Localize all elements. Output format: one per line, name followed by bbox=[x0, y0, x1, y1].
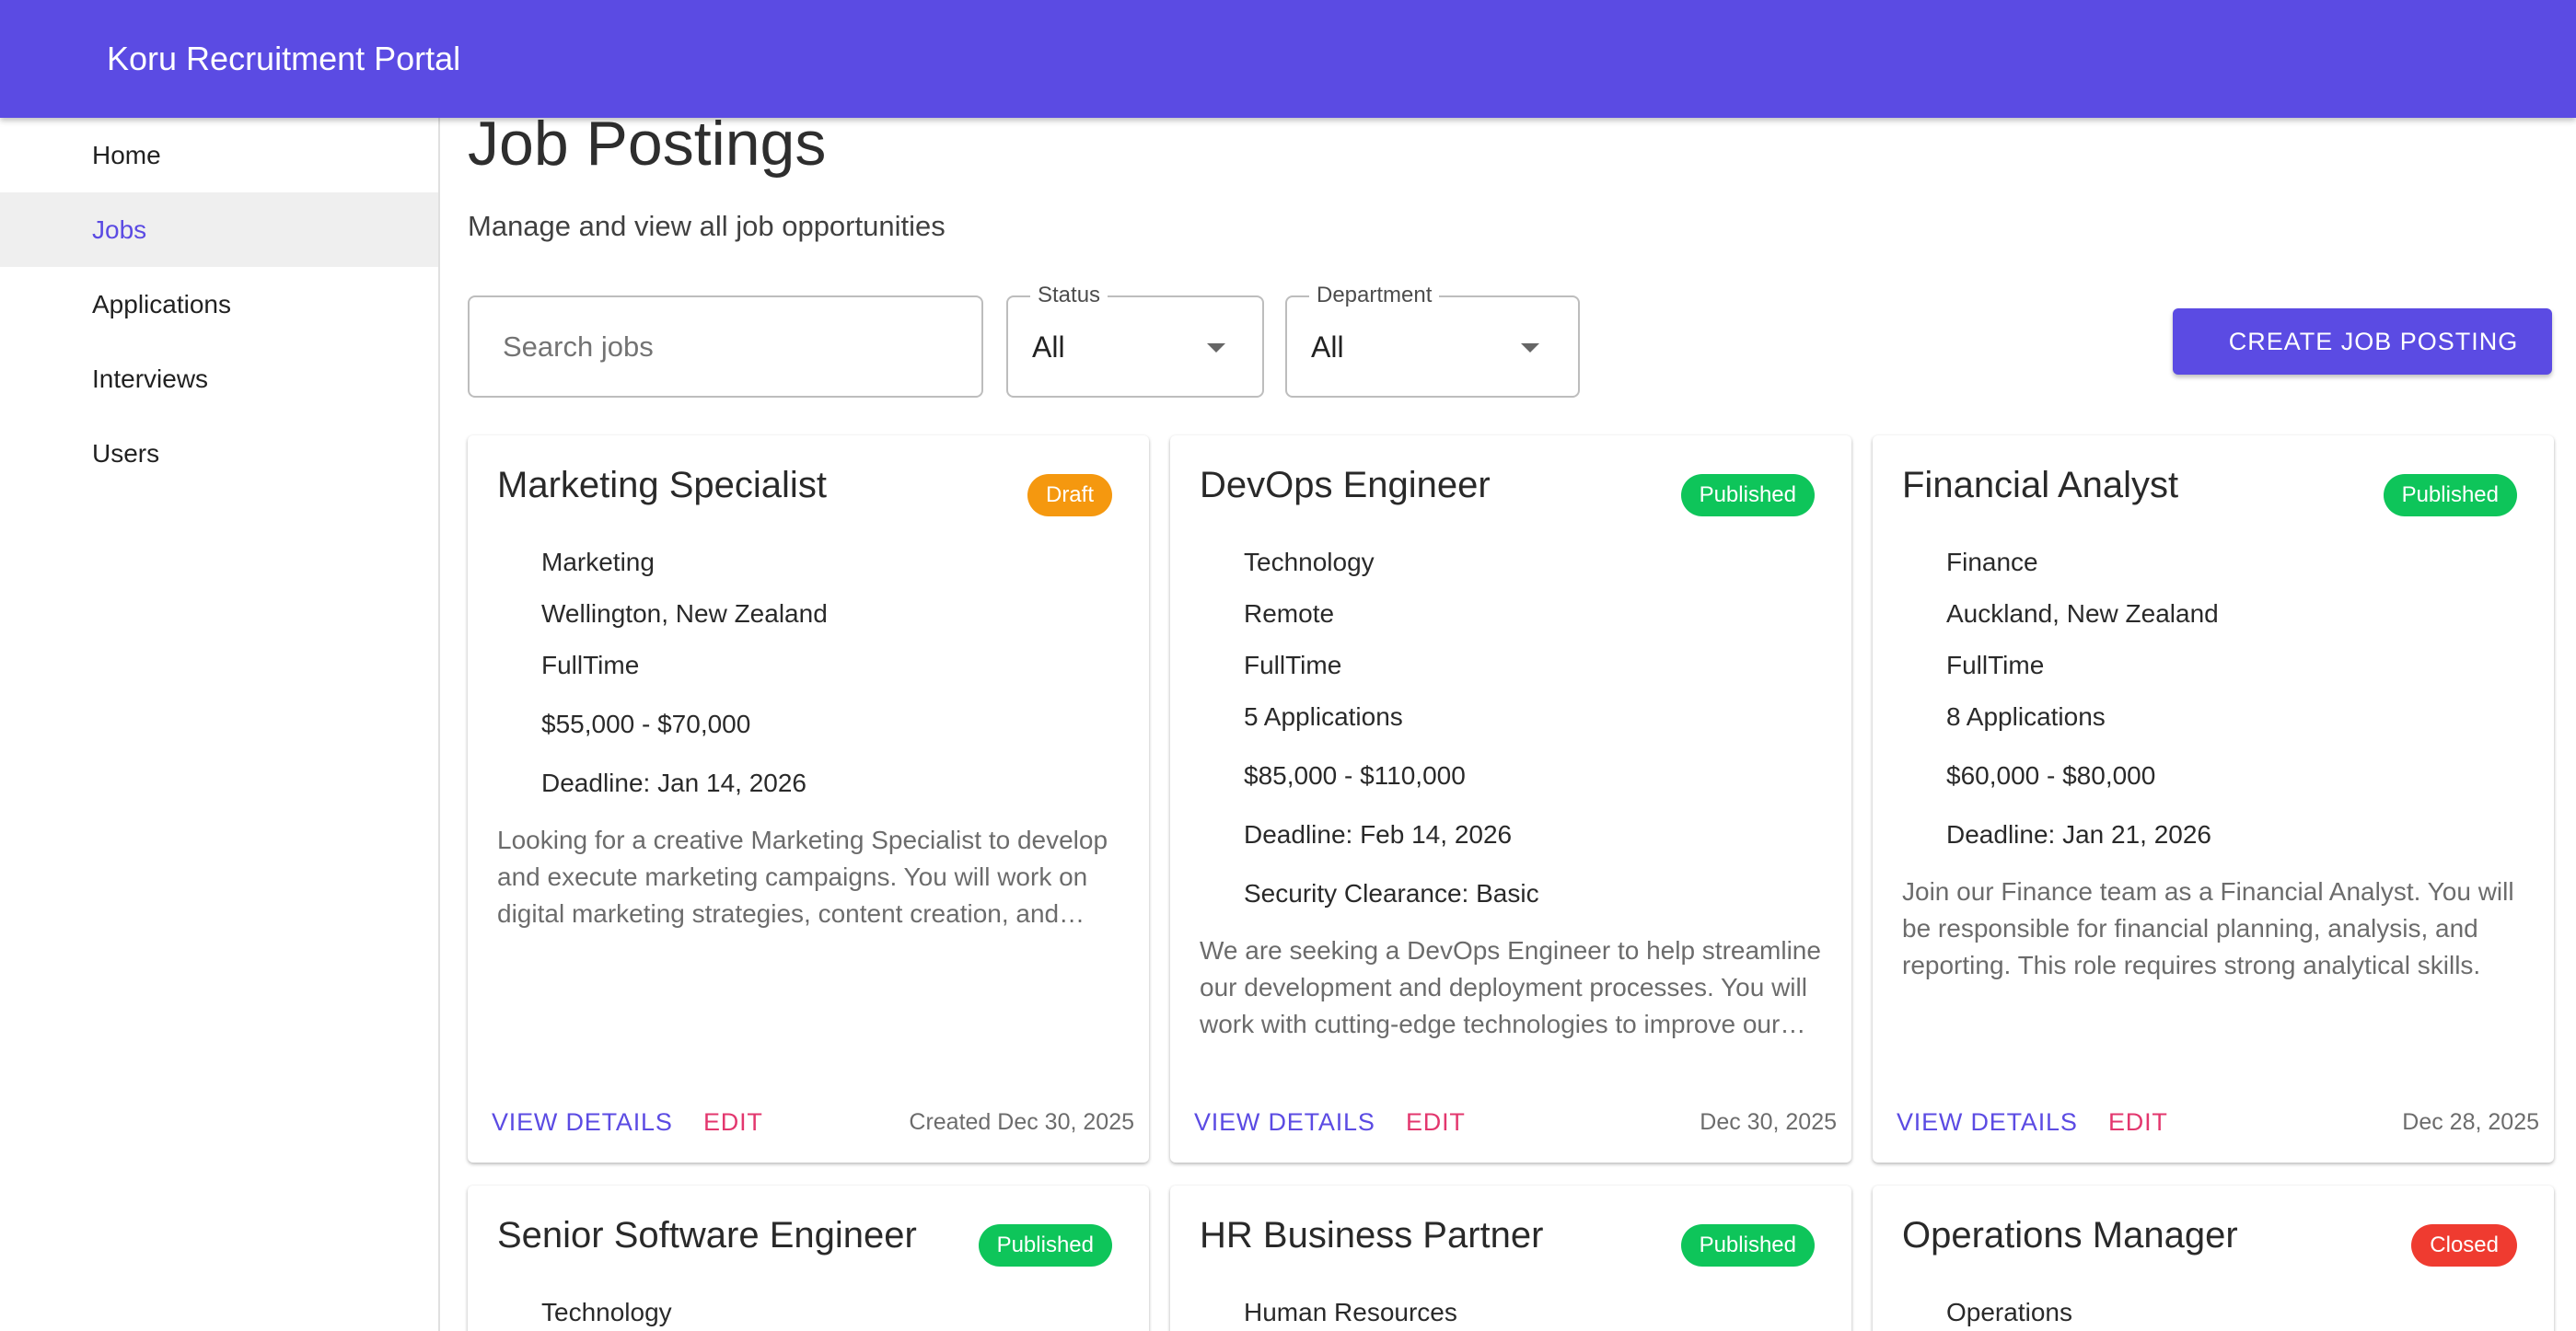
edit-button[interactable]: EDIT bbox=[1406, 1102, 1466, 1142]
search-field bbox=[468, 295, 983, 398]
sidebar-item-jobs[interactable]: Jobs bbox=[0, 192, 438, 267]
job-card: Marketing Specialist Draft Marketing Wel… bbox=[468, 435, 1149, 1163]
job-type: FullTime bbox=[1946, 651, 2045, 679]
chevron-down-icon bbox=[1521, 343, 1539, 353]
main-content: Job Postings Manage and view all job opp… bbox=[440, 118, 2576, 1331]
job-location: Auckland, New Zealand bbox=[1946, 599, 2219, 628]
status-select[interactable]: Status All bbox=[1006, 282, 1264, 398]
job-title: HR Business Partner bbox=[1200, 1215, 1544, 1256]
job-department: Technology bbox=[541, 1298, 672, 1326]
job-department: Finance bbox=[1946, 548, 2038, 576]
job-card: DevOps Engineer Published Technology Rem… bbox=[1170, 435, 1851, 1163]
department-select[interactable]: Department All bbox=[1285, 282, 1580, 398]
job-location: Remote bbox=[1244, 599, 1335, 628]
job-salary: $55,000 - $70,000 bbox=[541, 710, 751, 738]
view-details-button[interactable]: VIEW DETAILS bbox=[1897, 1102, 2078, 1142]
job-description: We are seeking a DevOps Engineer to help… bbox=[1200, 936, 1821, 1038]
job-title: Financial Analyst bbox=[1902, 465, 2179, 505]
job-deadline: Deadline: Feb 14, 2026 bbox=[1244, 820, 1513, 849]
card-actions: VIEW DETAILS EDIT Dec 28, 2025 bbox=[1873, 1102, 2554, 1142]
page-title: Job Postings bbox=[468, 118, 827, 179]
job-card: Financial Analyst Published Finance Auck… bbox=[1873, 435, 2554, 1163]
status-select-value: All bbox=[1032, 330, 1065, 364]
job-card: HR Business Partner Published Human Reso… bbox=[1170, 1186, 1851, 1331]
job-date: Dec 28, 2025 bbox=[2402, 1109, 2539, 1135]
search-input[interactable] bbox=[470, 297, 981, 396]
job-title: DevOps Engineer bbox=[1200, 465, 1491, 505]
status-badge: Published bbox=[2383, 474, 2517, 516]
edit-button[interactable]: EDIT bbox=[703, 1102, 763, 1142]
card-actions: VIEW DETAILS EDIT Dec 30, 2025 bbox=[1170, 1102, 1851, 1142]
job-title: Operations Manager bbox=[1902, 1215, 2238, 1256]
sidebar-item-interviews[interactable]: Interviews bbox=[0, 341, 438, 416]
edit-button[interactable]: EDIT bbox=[2108, 1102, 2168, 1142]
job-type: FullTime bbox=[1244, 651, 1342, 679]
page-subtitle: Manage and view all job opportunities bbox=[468, 210, 946, 242]
job-description: Looking for a creative Marketing Special… bbox=[497, 826, 1108, 928]
sidebar-item-home[interactable]: Home bbox=[0, 118, 438, 192]
view-details-button[interactable]: VIEW DETAILS bbox=[1194, 1102, 1375, 1142]
job-department: Technology bbox=[1244, 548, 1375, 576]
status-badge: Published bbox=[1680, 474, 1815, 516]
job-date: Created Dec 30, 2025 bbox=[909, 1109, 1134, 1135]
sidebar: Home Jobs Applications Interviews Users bbox=[0, 118, 440, 1331]
status-badge: Published bbox=[978, 1224, 1112, 1267]
job-title: Senior Software Engineer bbox=[497, 1215, 917, 1256]
department-select-value: All bbox=[1311, 330, 1344, 364]
job-date: Dec 30, 2025 bbox=[1700, 1109, 1837, 1135]
job-location: Wellington, New Zealand bbox=[541, 599, 828, 628]
job-deadline: Deadline: Jan 21, 2026 bbox=[1946, 820, 2211, 849]
job-description: Join our Finance team as a Financial Ana… bbox=[1902, 877, 2514, 979]
app-title: Koru Recruitment Portal bbox=[107, 40, 461, 77]
card-actions: VIEW DETAILS EDIT Created Dec 30, 2025 bbox=[468, 1102, 1149, 1142]
job-applications: 5 Applications bbox=[1244, 702, 1403, 731]
job-title: Marketing Specialist bbox=[497, 465, 827, 505]
app-bar: Koru Recruitment Portal bbox=[0, 0, 2576, 118]
job-clearance: Security Clearance: Basic bbox=[1244, 879, 1539, 908]
job-card: Senior Software Engineer Published Techn… bbox=[468, 1186, 1149, 1331]
job-card: Operations Manager Closed Operations bbox=[1873, 1186, 2554, 1331]
sidebar-item-applications[interactable]: Applications bbox=[0, 267, 438, 341]
job-department: Human Resources bbox=[1244, 1298, 1457, 1326]
sidebar-item-users[interactable]: Users bbox=[0, 416, 438, 491]
job-deadline: Deadline: Jan 14, 2026 bbox=[541, 769, 806, 797]
status-badge: Closed bbox=[2411, 1224, 2517, 1267]
job-salary: $60,000 - $80,000 bbox=[1946, 761, 2156, 790]
status-select-label: Status bbox=[1030, 282, 1108, 309]
status-badge: Published bbox=[1680, 1224, 1815, 1267]
job-type: FullTime bbox=[541, 651, 640, 679]
job-department: Marketing bbox=[541, 548, 655, 576]
department-select-label: Department bbox=[1309, 282, 1440, 309]
job-salary: $85,000 - $110,000 bbox=[1244, 761, 1466, 790]
job-applications: 8 Applications bbox=[1946, 702, 2106, 731]
chevron-down-icon bbox=[1207, 343, 1225, 353]
create-job-posting-button[interactable]: CREATE JOB POSTING bbox=[2173, 308, 2552, 375]
status-badge: Draft bbox=[1027, 474, 1112, 516]
view-details-button[interactable]: VIEW DETAILS bbox=[492, 1102, 673, 1142]
job-department: Operations bbox=[1946, 1298, 2072, 1326]
